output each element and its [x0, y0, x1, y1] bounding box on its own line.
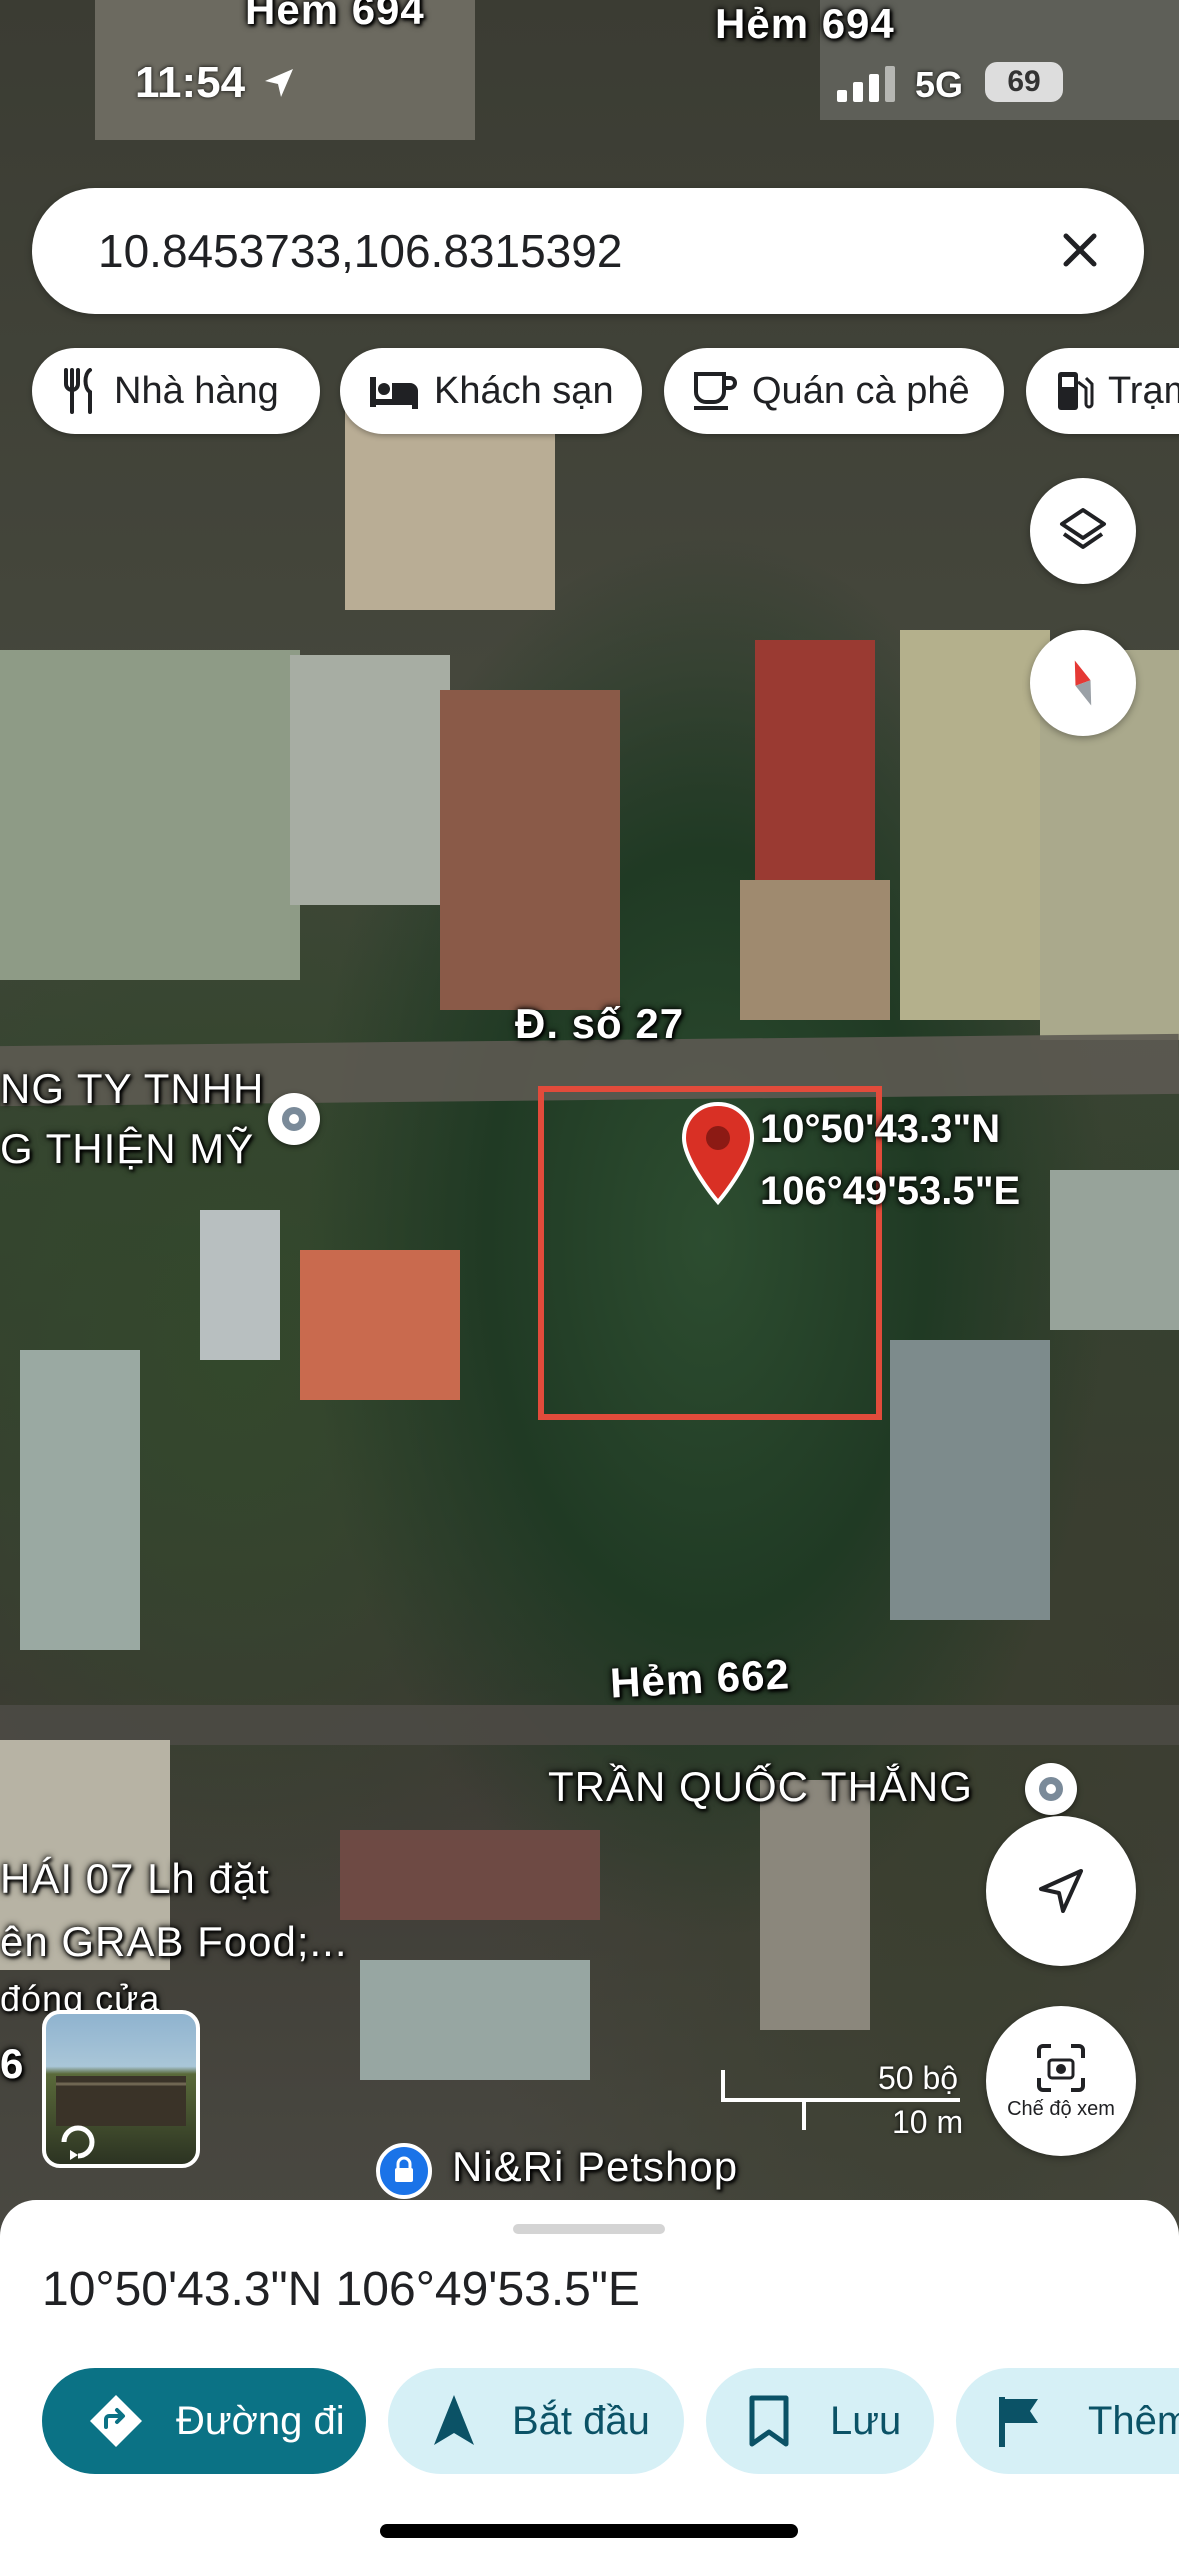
- bottom-sheet[interactable]: 10°50'43.3"N 106°49'53.5"E Đường đi Bắt …: [0, 2200, 1179, 2561]
- street-hem-662: [0, 1705, 1179, 1745]
- street-label: Hẻm 662: [608, 1650, 791, 1707]
- camera-scan-icon: [1037, 2043, 1085, 2092]
- poi-pin-icon[interactable]: [1025, 1763, 1077, 1815]
- navigation-arrow-icon: [1039, 1869, 1083, 1913]
- coffee-icon: [694, 372, 737, 410]
- gas-station-icon: [1058, 372, 1094, 410]
- pin-longitude: 106°49'53.5"E: [760, 1169, 1021, 1213]
- restaurant-icon: [64, 368, 92, 414]
- roof-block: [290, 655, 450, 905]
- flag-icon: [999, 2397, 1038, 2447]
- poi-pin-icon[interactable]: [268, 1093, 320, 1145]
- chip-hotels[interactable]: Khách sạn: [340, 348, 642, 434]
- chip-restaurants[interactable]: Nhà hàng: [32, 348, 320, 434]
- poi-label[interactable]: G THIỆN MỸ: [0, 1125, 254, 1173]
- petshop-pin-icon[interactable]: [376, 2143, 432, 2199]
- more-label: Thêm: [1088, 2398, 1179, 2443]
- poi-label[interactable]: 6: [0, 2040, 24, 2088]
- start-button[interactable]: Bắt đầu: [388, 2368, 684, 2474]
- street-label: Đ. số 27: [515, 1000, 685, 1047]
- status-bar: 11:54 5G 69: [0, 58, 1179, 118]
- roof-block: [360, 1960, 590, 2080]
- pin-latitude: 10°50'43.3"N: [760, 1107, 1001, 1151]
- street-label: Hẻm 694: [715, 0, 895, 47]
- roof-block: [20, 1350, 140, 1650]
- chip-label: Quán cà phê: [752, 369, 970, 412]
- poi-label[interactable]: HÁI 07 Lh đặt: [0, 1855, 270, 1903]
- roof-block: [1050, 1170, 1179, 1330]
- roof-block: [340, 1830, 600, 1920]
- compass-button[interactable]: [1030, 630, 1136, 736]
- home-indicator[interactable]: [380, 2524, 798, 2538]
- chip-coffee[interactable]: Quán cà phê: [664, 348, 1004, 434]
- status-time: 11:54: [135, 58, 297, 108]
- street-label: Hẻm 694: [245, 0, 425, 33]
- view-mode-button[interactable]: Chế độ xem: [986, 2006, 1136, 2156]
- chip-label: Trạm: [1108, 369, 1179, 412]
- location-pin-icon[interactable]: [680, 1101, 756, 1206]
- cellular-signal-icon: [837, 66, 895, 102]
- start-label: Bắt đầu: [512, 2398, 650, 2443]
- network-type: 5G: [915, 64, 964, 105]
- chip-label: Nhà hàng: [114, 369, 279, 412]
- layers-icon: [1060, 508, 1106, 549]
- roof-block: [900, 630, 1050, 1020]
- scale-top-label: 50 bộ: [878, 2060, 959, 2096]
- sheet-grabber[interactable]: [513, 2224, 665, 2234]
- navigation-start-icon: [434, 2395, 474, 2445]
- save-label: Lưu: [830, 2398, 902, 2443]
- compass-icon: [1074, 660, 1092, 706]
- location-arrow-icon: [265, 69, 294, 97]
- street-view-thumbnail[interactable]: [42, 2010, 200, 2168]
- roof-block: [890, 1340, 1050, 1620]
- chip-gas-stations[interactable]: Trạm: [1026, 348, 1179, 434]
- roof-block: [755, 640, 875, 880]
- roof-block: [740, 880, 890, 1020]
- search-bar[interactable]: 10.8453733,106.8315392: [32, 188, 1144, 314]
- poi-label[interactable]: NG TY TNHH: [0, 1065, 264, 1113]
- layers-button[interactable]: [1030, 478, 1136, 584]
- roof-block: [345, 410, 555, 610]
- roof-block: [300, 1250, 460, 1400]
- view-mode-label: Chế độ xem: [1007, 2097, 1115, 2120]
- poi-label[interactable]: ên GRAB Food;...: [0, 1918, 348, 1966]
- my-location-button[interactable]: [986, 1816, 1136, 1966]
- directions-icon: [90, 2395, 142, 2447]
- directions-label: Đường đi: [176, 2398, 345, 2443]
- roof-block: [0, 650, 300, 980]
- search-input[interactable]: 10.8453733,106.8315392: [98, 224, 622, 278]
- save-button[interactable]: Lưu: [706, 2368, 934, 2474]
- chip-label: Khách sạn: [434, 369, 614, 412]
- scale-bottom-label: 10 m: [892, 2104, 964, 2140]
- poi-label[interactable]: TRẦN QUỐC THẮNG: [548, 1763, 973, 1811]
- battery-icon: 69: [985, 62, 1063, 102]
- roof-block: [440, 690, 620, 1010]
- more-button[interactable]: Thêm: [956, 2368, 1179, 2474]
- hotel-icon: [370, 377, 418, 409]
- close-icon[interactable]: [1052, 222, 1108, 278]
- poi-label-petshop[interactable]: Ni&Ri Petshop: [452, 2143, 738, 2191]
- roof-block: [760, 1780, 870, 2030]
- coordinates-title: 10°50'43.3"N 106°49'53.5"E: [42, 2263, 640, 2316]
- directions-button[interactable]: Đường đi: [42, 2368, 366, 2474]
- roof-block: [200, 1210, 280, 1360]
- bookmark-icon: [749, 2395, 789, 2447]
